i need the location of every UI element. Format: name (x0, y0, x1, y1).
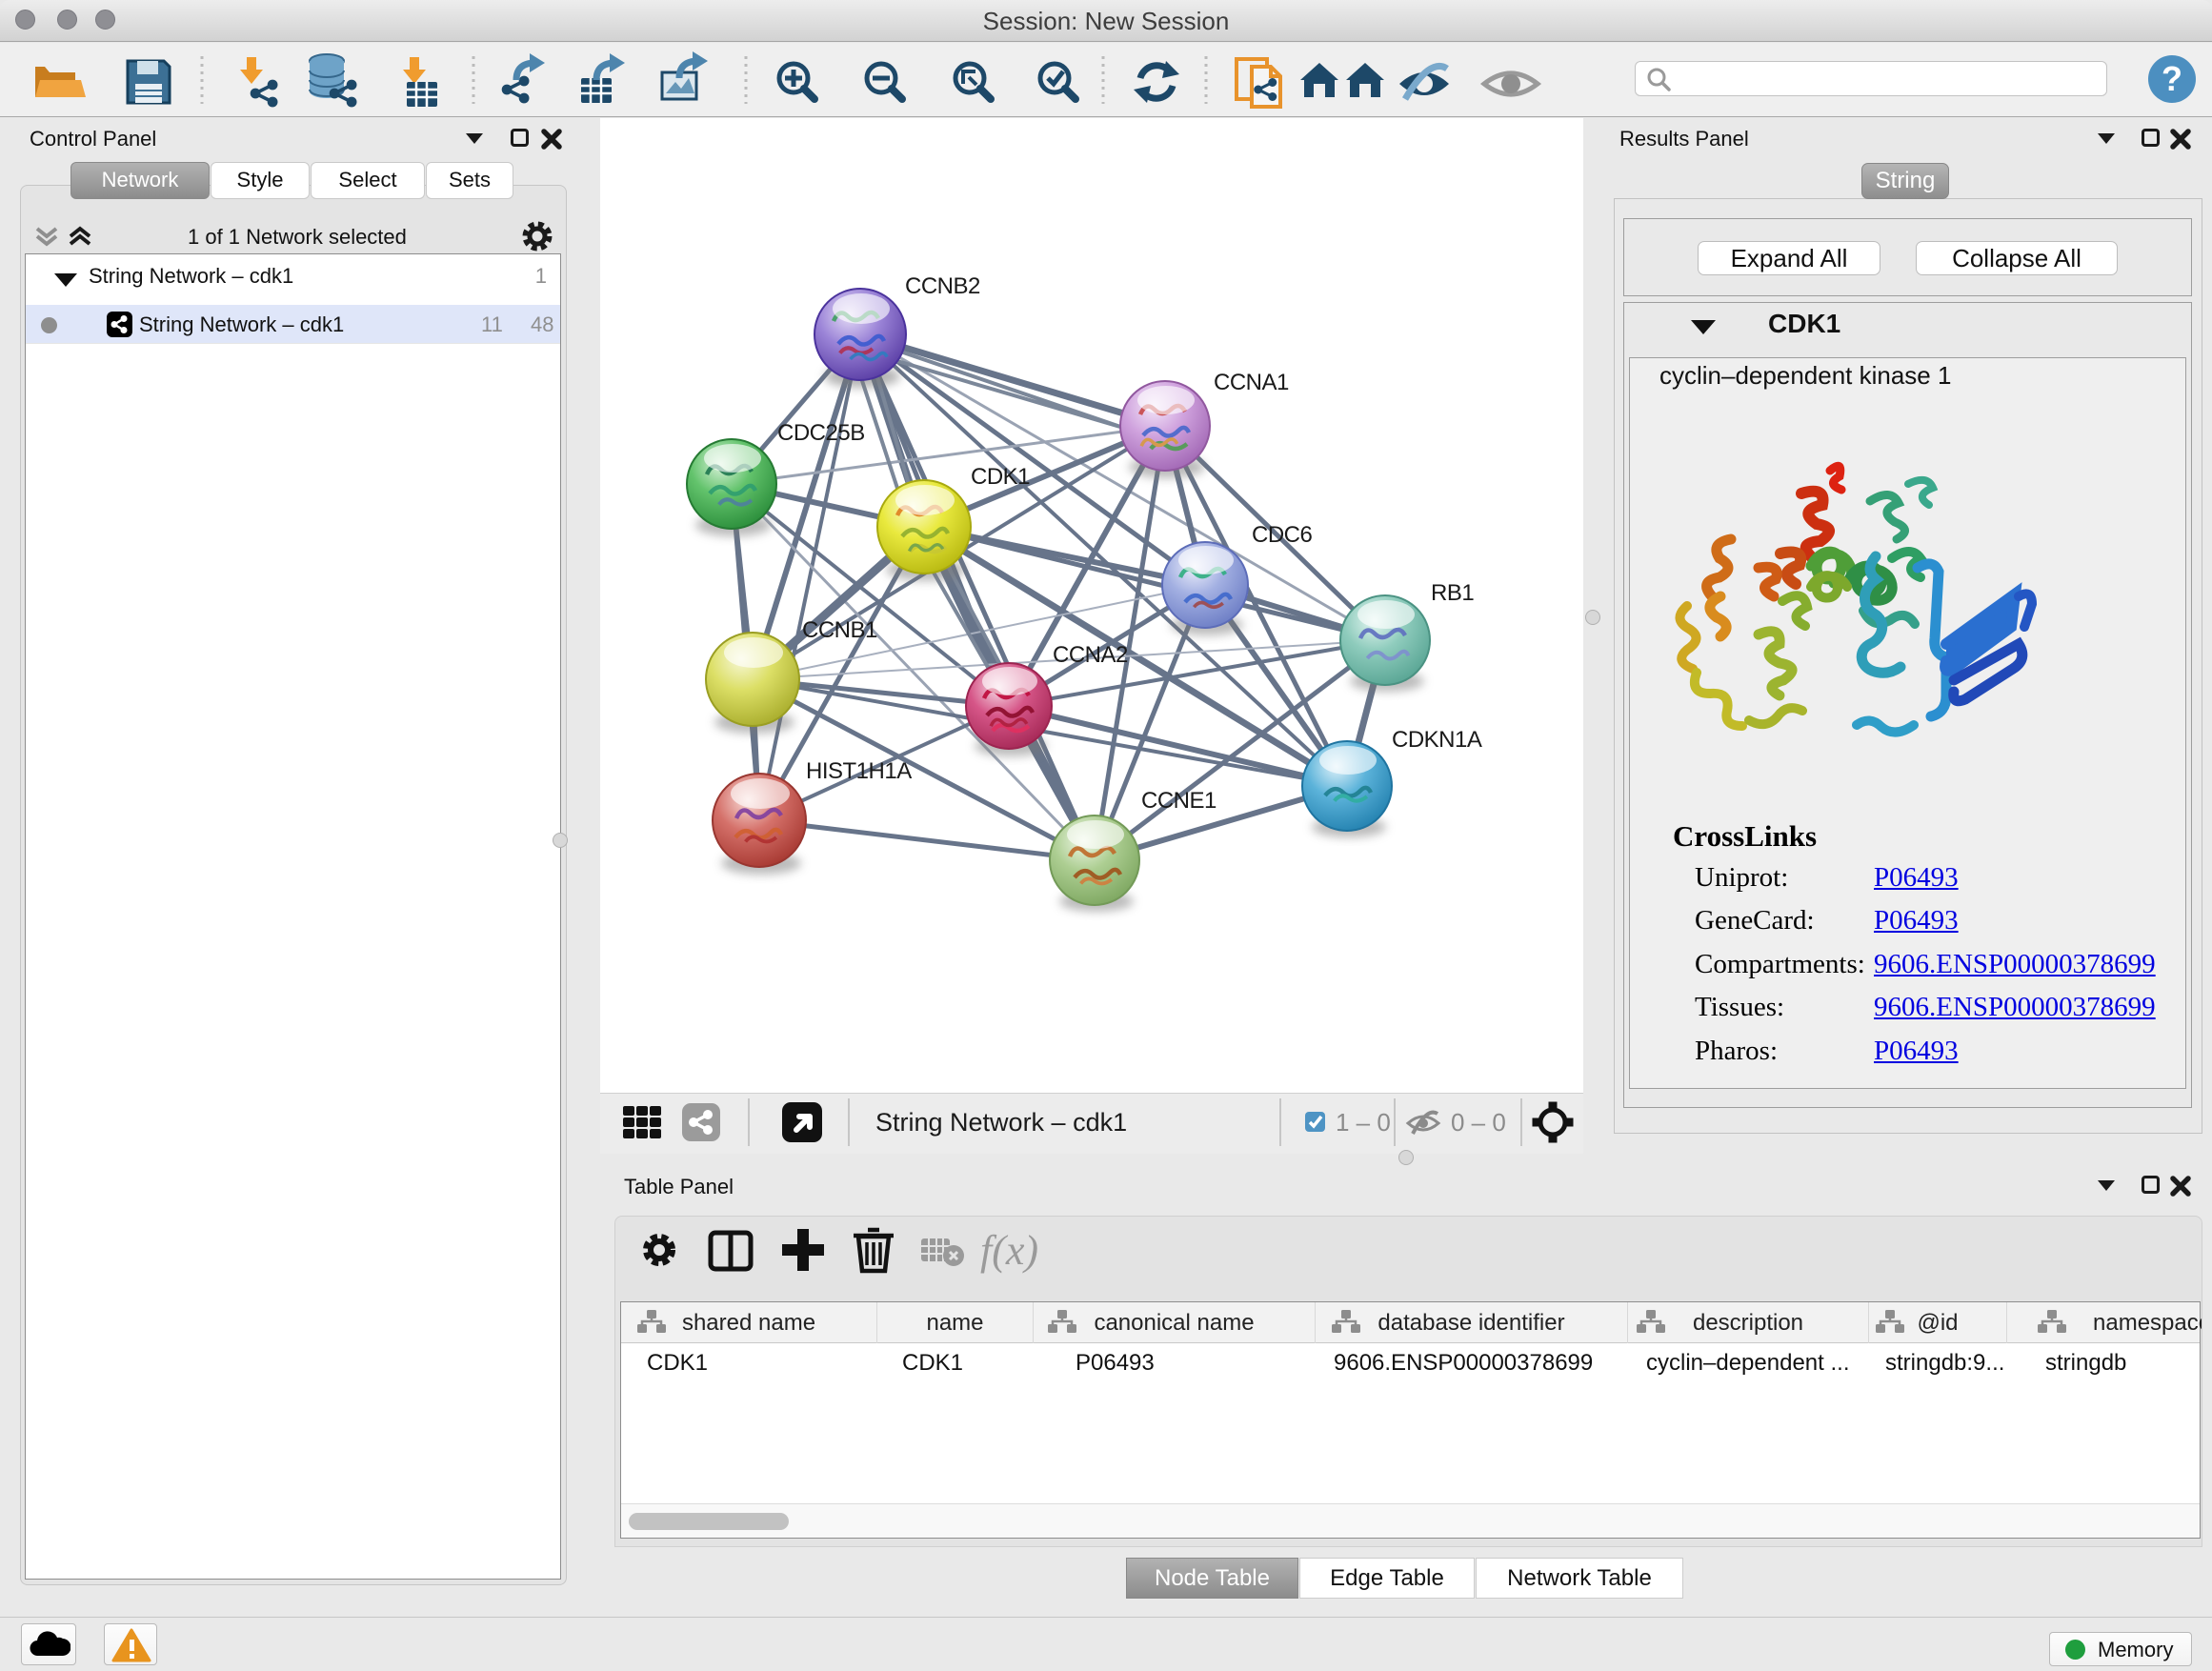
svg-text:CCNB2: CCNB2 (905, 273, 980, 299)
svg-text:CCNB1: CCNB1 (802, 617, 877, 643)
svg-text:CDC25B: CDC25B (777, 420, 865, 446)
svg-text:RB1: RB1 (1431, 580, 1474, 606)
svg-text:CDC6: CDC6 (1252, 522, 1312, 548)
svg-text:?: ? (2162, 59, 2182, 98)
svg-text:0 – 0: 0 – 0 (1451, 1108, 1506, 1137)
svg-text:HIST1H1A: HIST1H1A (806, 758, 912, 784)
svg-text:String Network – cdk1: String Network – cdk1 (875, 1108, 1127, 1137)
svg-text:f(x): f(x) (980, 1227, 1038, 1274)
svg-text:1 – 0: 1 – 0 (1336, 1108, 1391, 1137)
svg-text:CCNE1: CCNE1 (1141, 788, 1217, 814)
svg-text:CCNA1: CCNA1 (1214, 370, 1289, 395)
svg-text:CDKN1A: CDKN1A (1392, 727, 1482, 753)
svg-text:CCNA2: CCNA2 (1053, 642, 1128, 668)
svg-text:CDK1: CDK1 (971, 464, 1030, 490)
